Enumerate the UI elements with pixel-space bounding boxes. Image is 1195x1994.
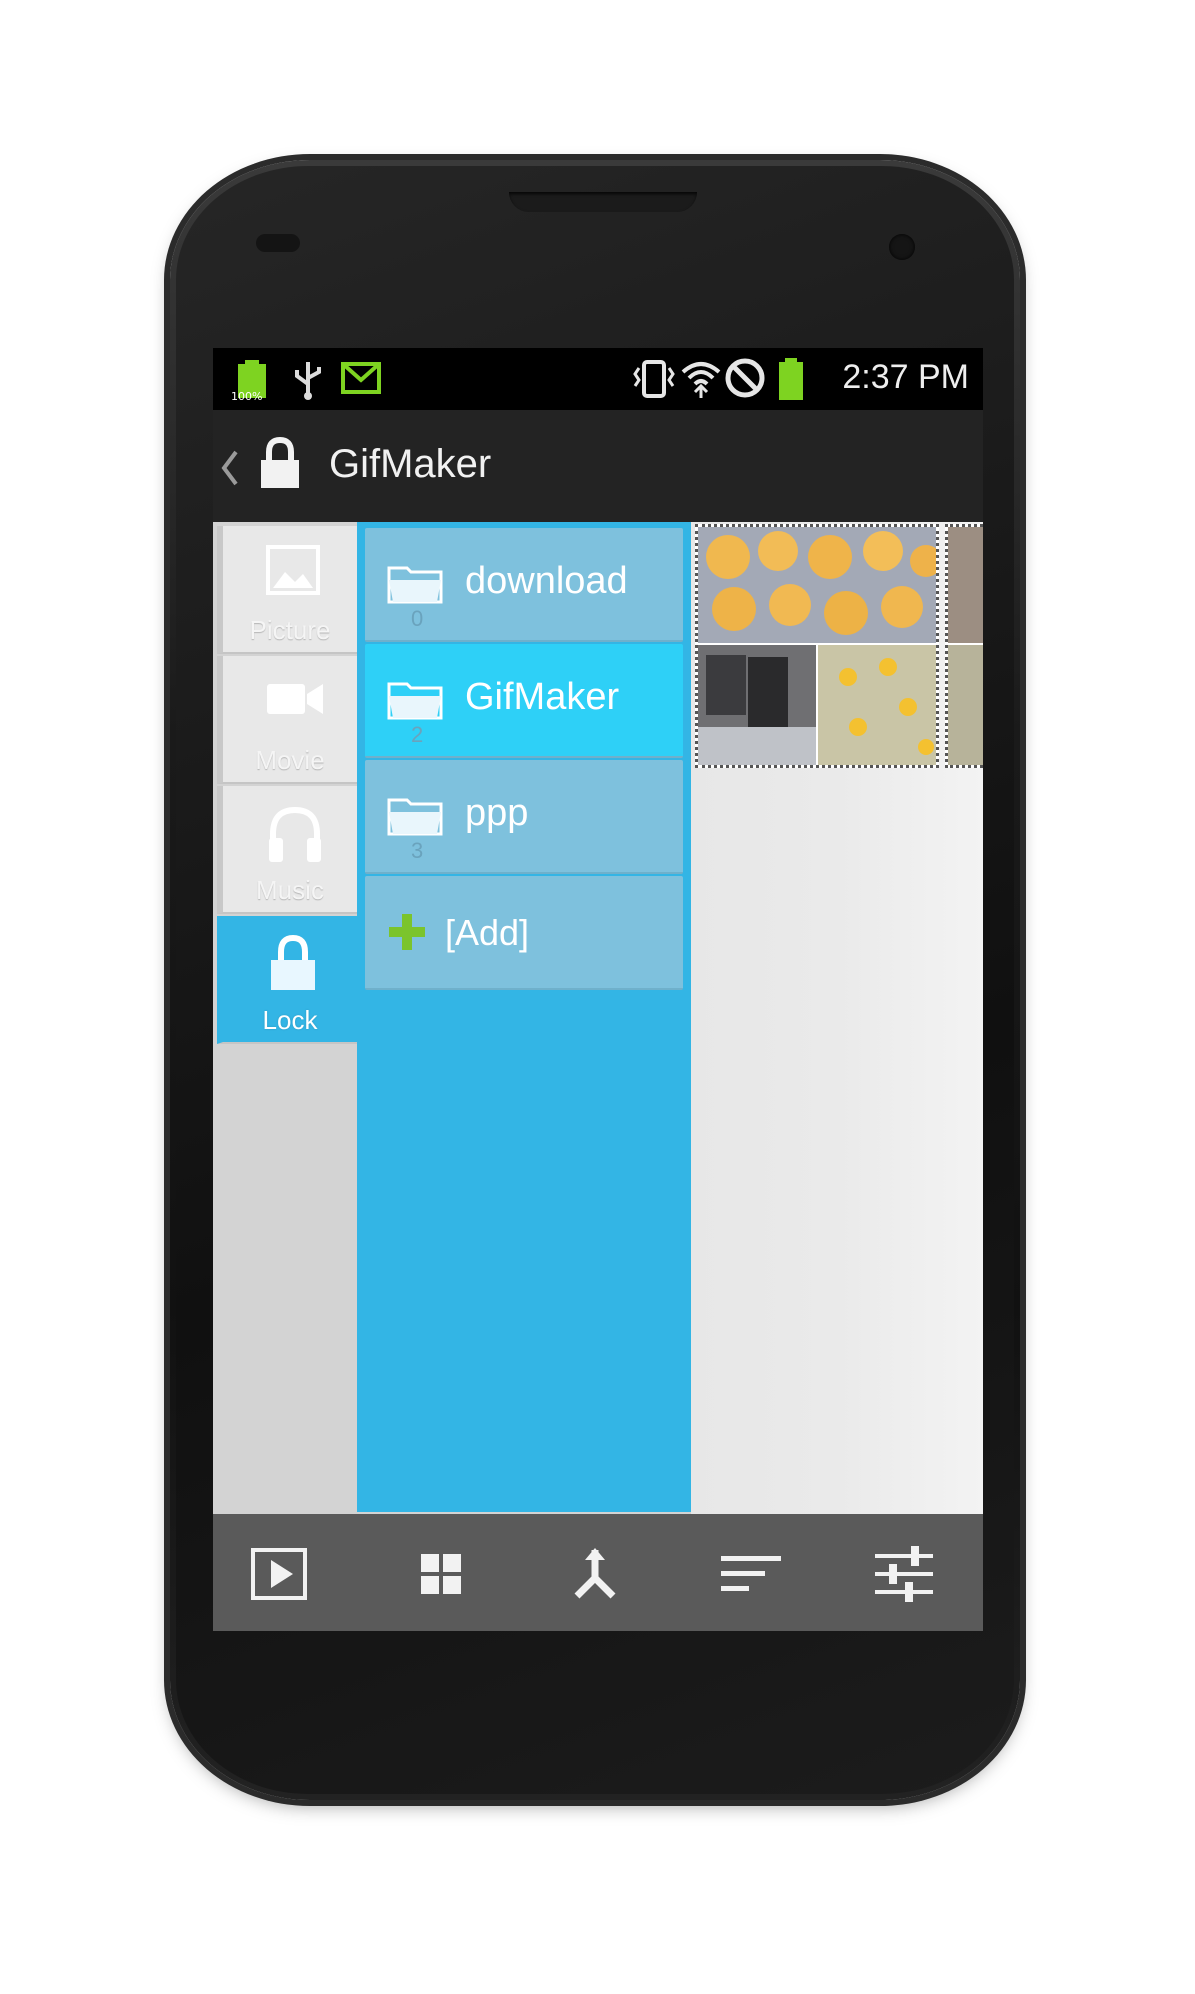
page-title: GifMaker xyxy=(329,442,492,486)
proximity-sensor xyxy=(256,234,300,252)
vibrate-icon xyxy=(631,358,677,404)
folder-item-ppp[interactable]: ppp 3 xyxy=(365,760,683,874)
folder-panel: download 0 GifMaker 2 ppp 3 [Add] xyxy=(357,522,691,1512)
folder-count: 3 xyxy=(411,838,424,863)
gallery-area xyxy=(691,522,983,1514)
add-folder-button[interactable]: [Add] xyxy=(365,876,683,990)
category-label: Lock xyxy=(262,1005,318,1035)
folder-count: 2 xyxy=(411,722,424,747)
lock-icon xyxy=(265,934,321,998)
category-label: Movie xyxy=(255,745,325,775)
folder-count: 0 xyxy=(411,606,424,631)
category-item-picture[interactable]: Picture xyxy=(217,526,357,654)
category-label: Music xyxy=(256,875,324,905)
folder-item-download[interactable]: download 0 xyxy=(365,528,683,642)
plus-icon xyxy=(387,912,427,956)
picture-icon xyxy=(265,544,321,600)
mail-icon xyxy=(341,362,381,398)
bottom-toolbar xyxy=(213,1514,983,1631)
movie-icon xyxy=(265,674,325,728)
wifi-icon xyxy=(679,356,723,404)
action-bar: GifMaker xyxy=(213,410,983,522)
play-icon[interactable] xyxy=(247,1542,311,1606)
battery-level-label: 100% xyxy=(231,390,263,403)
usb-icon xyxy=(291,358,325,404)
merge-icon[interactable] xyxy=(563,1542,627,1606)
status-time: 2:37 PM xyxy=(842,358,969,396)
category-item-lock[interactable]: Lock xyxy=(217,916,357,1044)
thumbnail-gif[interactable] xyxy=(695,524,939,768)
headphones-icon xyxy=(265,804,325,868)
folder-label: download xyxy=(465,560,628,602)
folder-label: ppp xyxy=(465,792,529,834)
status-bar: 100% 2:37 PM xyxy=(213,348,983,410)
sort-icon[interactable] xyxy=(717,1542,781,1606)
folder-item-gifmaker[interactable]: GifMaker 2 xyxy=(365,644,683,758)
grid-icon[interactable] xyxy=(409,1542,473,1606)
folder-label: GifMaker xyxy=(465,676,620,718)
battery-full-icon xyxy=(777,358,805,406)
folder-icon xyxy=(387,794,443,840)
chevron-left-icon[interactable] xyxy=(219,448,241,492)
lock-icon[interactable] xyxy=(257,436,303,496)
folder-icon xyxy=(387,678,443,724)
folder-icon xyxy=(387,562,443,608)
category-item-music[interactable]: Music xyxy=(217,786,357,914)
thumbnail-gif[interactable] xyxy=(945,524,983,768)
blocked-icon xyxy=(723,356,767,404)
phone-screen: 100% 2:37 PM GifMaker Picture Movie Musi… xyxy=(213,348,983,1631)
category-label: Picture xyxy=(249,615,331,645)
front-camera xyxy=(889,234,915,260)
settings-sliders-icon[interactable] xyxy=(871,1542,935,1606)
earpiece-speaker xyxy=(509,192,697,212)
content-area: Picture Movie Music Lock download 0 GifM… xyxy=(213,522,983,1514)
category-item-movie[interactable]: Movie xyxy=(217,656,357,784)
add-folder-label: [Add] xyxy=(445,912,530,953)
